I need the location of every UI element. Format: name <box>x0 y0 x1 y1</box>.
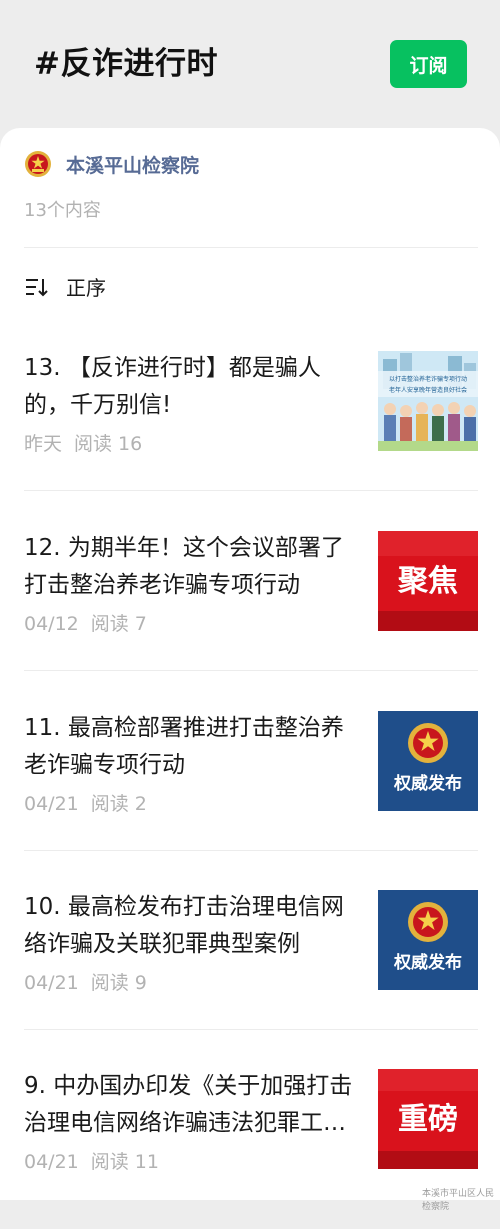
divider <box>24 1029 478 1030</box>
procuratorate-emblem-icon <box>25 151 51 177</box>
article-date: 04/12 <box>24 613 79 635</box>
article-meta: 04/21 阅读 11 <box>24 1147 159 1174</box>
thumbnail-caption: 重磅 <box>398 1102 458 1137</box>
article-thumbnail: 以打击整治养老诈骗专项行动 老年人安享晚年营造良好社会 <box>378 351 478 451</box>
sort-label: 正序 <box>66 276 106 300</box>
article-meta: 昨天 阅读 16 <box>24 429 142 456</box>
article-title: 12. 为期半年！这个会议部署了打击整治养老诈骗专项行动 <box>24 535 344 598</box>
article-reads: 阅读 2 <box>90 793 147 815</box>
account-name[interactable]: 本溪平山检察院 <box>66 151 199 178</box>
article-reads: 阅读 7 <box>90 613 147 635</box>
page-title: #反诈进行时 <box>34 46 218 82</box>
article-date: 昨天 <box>24 433 63 455</box>
article-meta: 04/21 阅读 2 <box>24 789 147 816</box>
divider <box>24 670 478 671</box>
account-row[interactable]: 本溪平山检察院 <box>24 150 199 178</box>
article-thumbnail: 权威发布 <box>378 890 478 990</box>
top-bar: #反诈进行时 订阅 <box>0 0 500 128</box>
article-item[interactable]: 13. 【反诈进行时】都是骗人的，千万别信! 昨天 阅读 16 以打击整治养老诈骗… <box>0 333 500 511</box>
thumbnail-caption: 聚焦 <box>397 564 458 599</box>
article-reads: 阅读 9 <box>90 972 147 994</box>
article-title: 10. 最高检发布打击治理电信网络诈骗及关联犯罪典型案例 <box>24 894 344 957</box>
thumbnail-caption: 权威发布 <box>393 773 462 794</box>
article-title: 13. 【反诈进行时】都是骗人的，千万别信! <box>24 355 321 418</box>
subscribe-button[interactable]: 订阅 <box>390 40 467 88</box>
article-meta: 04/21 阅读 9 <box>24 968 147 995</box>
article-reads: 阅读 16 <box>74 433 143 455</box>
article-thumbnail: 重磅 <box>378 1069 478 1169</box>
article-title: 9. 中办国办印发《关于加强打击治理电信网络诈骗违法犯罪工作的意见》 <box>24 1073 353 1136</box>
divider <box>24 850 478 851</box>
thumbnail-caption-line-2: 老年人安享晚年营造良好社会 <box>389 386 467 394</box>
sort-toggle[interactable]: 正序 <box>24 272 106 301</box>
article-date: 04/21 <box>24 1151 79 1173</box>
content-count: 13个内容 <box>24 200 101 221</box>
article-date: 04/21 <box>24 972 79 994</box>
watermark: 本溪市平山区人民检察院 <box>422 1189 495 1212</box>
divider <box>24 247 478 248</box>
sort-order-icon <box>26 278 48 296</box>
article-thumbnail: 聚焦 <box>378 531 478 631</box>
thumbnail-caption: 权威发布 <box>393 952 462 973</box>
article-title: 11. 最高检部署推进打击整治养老诈骗专项行动 <box>24 715 344 778</box>
article-reads: 阅读 11 <box>90 1151 159 1173</box>
article-item[interactable]: 11. 最高检部署推进打击整治养老诈骗专项行动 04/21 阅读 2 权威发布 <box>0 693 500 871</box>
article-item[interactable]: 12. 为期半年！这个会议部署了打击整治养老诈骗专项行动 04/12 阅读 7 聚… <box>0 513 500 691</box>
divider <box>24 490 478 491</box>
article-thumbnail: 权威发布 <box>378 711 478 811</box>
article-item[interactable]: 10. 最高检发布打击治理电信网络诈骗及关联犯罪典型案例 04/21 阅读 9 权… <box>0 872 500 1050</box>
thumbnail-caption-line-1: 以打击整治养老诈骗专项行动 <box>389 375 467 383</box>
article-meta: 04/12 阅读 7 <box>24 609 147 636</box>
article-date: 04/21 <box>24 793 79 815</box>
